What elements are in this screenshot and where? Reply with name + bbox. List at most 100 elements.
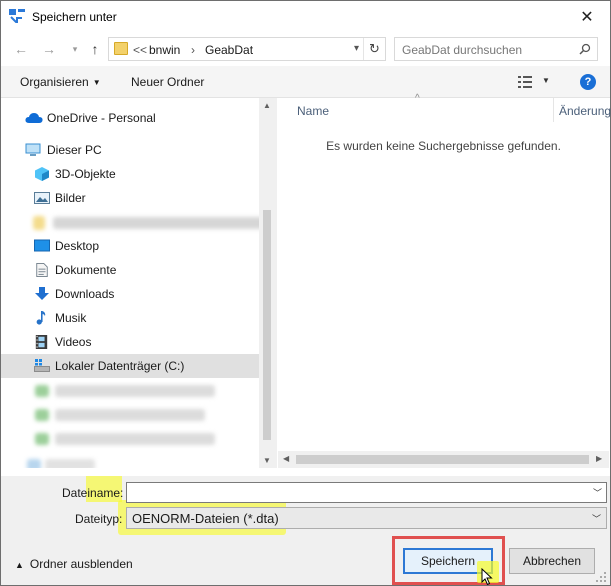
videos-icon [35, 335, 48, 349]
address-bar[interactable]: << bnwin › GeabDat ▾ ↻ [108, 37, 386, 61]
pictures-icon [34, 192, 50, 204]
search-box[interactable]: GeabDat durchsuchen [394, 37, 598, 61]
dialog-title: Speichern unter [32, 10, 117, 24]
hide-folders-label: Ordner ausblenden [29, 557, 133, 571]
computer-icon [25, 143, 41, 156]
sidebar-item-label: 3D-Objekte [55, 167, 116, 181]
sidebar-item-label: Dokumente [55, 263, 117, 277]
breadcrumb-separator[interactable]: › [191, 43, 195, 57]
command-toolbar: Organisieren ▼ Neuer Ordner ▼ ? [1, 66, 610, 98]
sidebar-item-this-pc[interactable]: Dieser PC [1, 138, 259, 162]
redacted-drive-icon [35, 385, 49, 397]
music-icon [36, 311, 46, 325]
up-arrow-icon[interactable]: ↑ [87, 41, 103, 57]
organize-menu-button[interactable]: Organisieren ▼ [20, 75, 101, 89]
forward-arrow-icon[interactable]: → [41, 41, 57, 57]
save-form: Dateiname: ﹀ Dateityp: OENORM-Dateien (*… [1, 476, 610, 536]
dialog-footer: ▲ Ordner ausblenden Speichern Abbrechen [1, 536, 610, 586]
redacted-label [55, 385, 215, 397]
sidebar-scrollbar[interactable]: ▲ ▼ [259, 98, 276, 468]
sidebar-item-documents[interactable]: Dokumente [1, 258, 259, 282]
resize-grip-icon[interactable] [596, 572, 606, 582]
view-options-icon[interactable] [518, 76, 532, 88]
desktop-icon [34, 239, 50, 252]
cancel-button[interactable]: Abbrechen [509, 548, 595, 574]
sidebar-item-label: Musik [55, 311, 87, 325]
search-input[interactable]: GeabDat durchsuchen [402, 43, 522, 57]
redacted-label [45, 459, 95, 468]
back-arrow-icon[interactable]: ← [13, 41, 29, 57]
redacted-folder-icon [33, 216, 45, 230]
sidebar-scroll-thumb[interactable] [263, 210, 271, 440]
filetype-chevron-down-icon[interactable]: ﹀ [592, 512, 601, 525]
close-button[interactable]: ✕ [564, 1, 610, 32]
help-button[interactable]: ? [580, 74, 596, 90]
filetype-select[interactable]: OENORM-Dateien (*.dta) ﹀ [126, 507, 607, 529]
sidebar-item-videos[interactable]: Videos [1, 330, 259, 354]
scroll-left-icon[interactable]: ◀ [283, 454, 289, 463]
title-bar: Speichern unter ✕ [1, 1, 610, 32]
close-icon: ✕ [580, 8, 594, 26]
recent-chevron-down-icon[interactable]: ▾ [67, 41, 83, 57]
sidebar-item-downloads[interactable]: Downloads [1, 282, 259, 306]
cube-3d-icon [35, 167, 49, 181]
dialog-app-icon [9, 9, 25, 23]
sidebar-item-pictures[interactable]: Bilder [1, 186, 259, 210]
sidebar-item-local-disk-c[interactable]: Lokaler Datenträger (C:) [1, 354, 259, 378]
sidebar-item-redacted[interactable] [1, 210, 271, 234]
sidebar-item-music[interactable]: Musik [1, 306, 259, 330]
breadcrumb-segment[interactable]: bnwin [149, 43, 180, 57]
sidebar-item-label: OneDrive - Personal [47, 111, 156, 125]
mouse-cursor-icon [481, 568, 493, 586]
address-overflow-chevron[interactable]: << [133, 43, 147, 57]
filename-label: Dateiname: [62, 486, 124, 500]
filetype-value: OENORM-Dateien (*.dta) [132, 511, 279, 526]
sidebar-item-desktop[interactable]: Desktop [1, 234, 259, 258]
navigation-bar: ← → ▾ ↑ << bnwin › GeabDat ▾ ↻ GeabDat d… [1, 32, 610, 66]
sidebar-item-onedrive[interactable]: OneDrive - Personal [1, 106, 259, 130]
sidebar-item-redacted[interactable] [1, 378, 259, 402]
redacted-label [53, 217, 271, 229]
scroll-down-icon[interactable]: ▼ [263, 456, 271, 465]
sidebar-item-label: Downloads [55, 287, 115, 301]
pane-divider[interactable] [276, 98, 277, 468]
new-folder-button[interactable]: Neuer Ordner [131, 75, 204, 89]
filename-chevron-down-icon[interactable]: ﹀ [593, 486, 602, 499]
scroll-right-icon[interactable]: ▶ [596, 454, 602, 463]
list-scroll-thumb[interactable] [296, 455, 589, 464]
search-icon [579, 43, 591, 55]
breadcrumb-segment[interactable]: GeabDat [205, 43, 253, 57]
address-history-chevron-down-icon[interactable]: ▾ [354, 43, 359, 54]
column-header-name[interactable]: Name [297, 104, 329, 118]
hide-folders-toggle[interactable]: ▲ Ordner ausblenden [15, 557, 133, 571]
redacted-label [55, 433, 215, 445]
chevron-down-icon: ▼ [92, 78, 101, 87]
sidebar-item-label: Videos [55, 335, 92, 349]
sidebar-item-redacted[interactable] [1, 454, 259, 468]
sort-ascending-icon: ^ [415, 93, 420, 104]
documents-icon [36, 263, 48, 277]
view-chevron-down-icon[interactable]: ▼ [542, 76, 550, 85]
scroll-up-icon[interactable]: ▲ [263, 101, 271, 110]
column-separator[interactable] [553, 98, 554, 122]
file-list[interactable]: ^ Name Änderung Es wurden keine Sucherge… [278, 93, 611, 468]
save-as-dialog: Speichern unter ✕ ← → ▾ ↑ << bnwin › Gea… [0, 0, 611, 586]
drive-icon [34, 359, 50, 372]
redacted-drive-icon [35, 433, 49, 445]
empty-results-message: Es wurden keine Suchergebnisse gefunden. [326, 139, 561, 153]
filename-input[interactable] [126, 482, 607, 503]
sidebar-item-redacted[interactable] [1, 426, 259, 450]
sidebar-item-redacted[interactable] [1, 402, 259, 426]
navigation-pane[interactable]: OneDrive - Personal Dieser PC 3D-Objekte [1, 98, 276, 468]
sidebar-item-label: Lokaler Datenträger (C:) [55, 359, 185, 373]
list-horizontal-scrollbar[interactable]: ◀ ▶ [278, 451, 609, 468]
redacted-network-icon [27, 459, 41, 468]
sidebar-item-3d-objects[interactable]: 3D-Objekte [1, 162, 259, 186]
browser-body: OneDrive - Personal Dieser PC 3D-Objekte [1, 93, 611, 476]
downloads-icon [35, 287, 49, 300]
filename-combobox[interactable]: ﹀ [126, 482, 607, 503]
sidebar-item-label: Desktop [55, 239, 100, 253]
column-header-modified[interactable]: Änderung [559, 104, 611, 118]
refresh-icon[interactable]: ↻ [363, 38, 385, 60]
sidebar-item-label: Bilder [55, 191, 86, 205]
